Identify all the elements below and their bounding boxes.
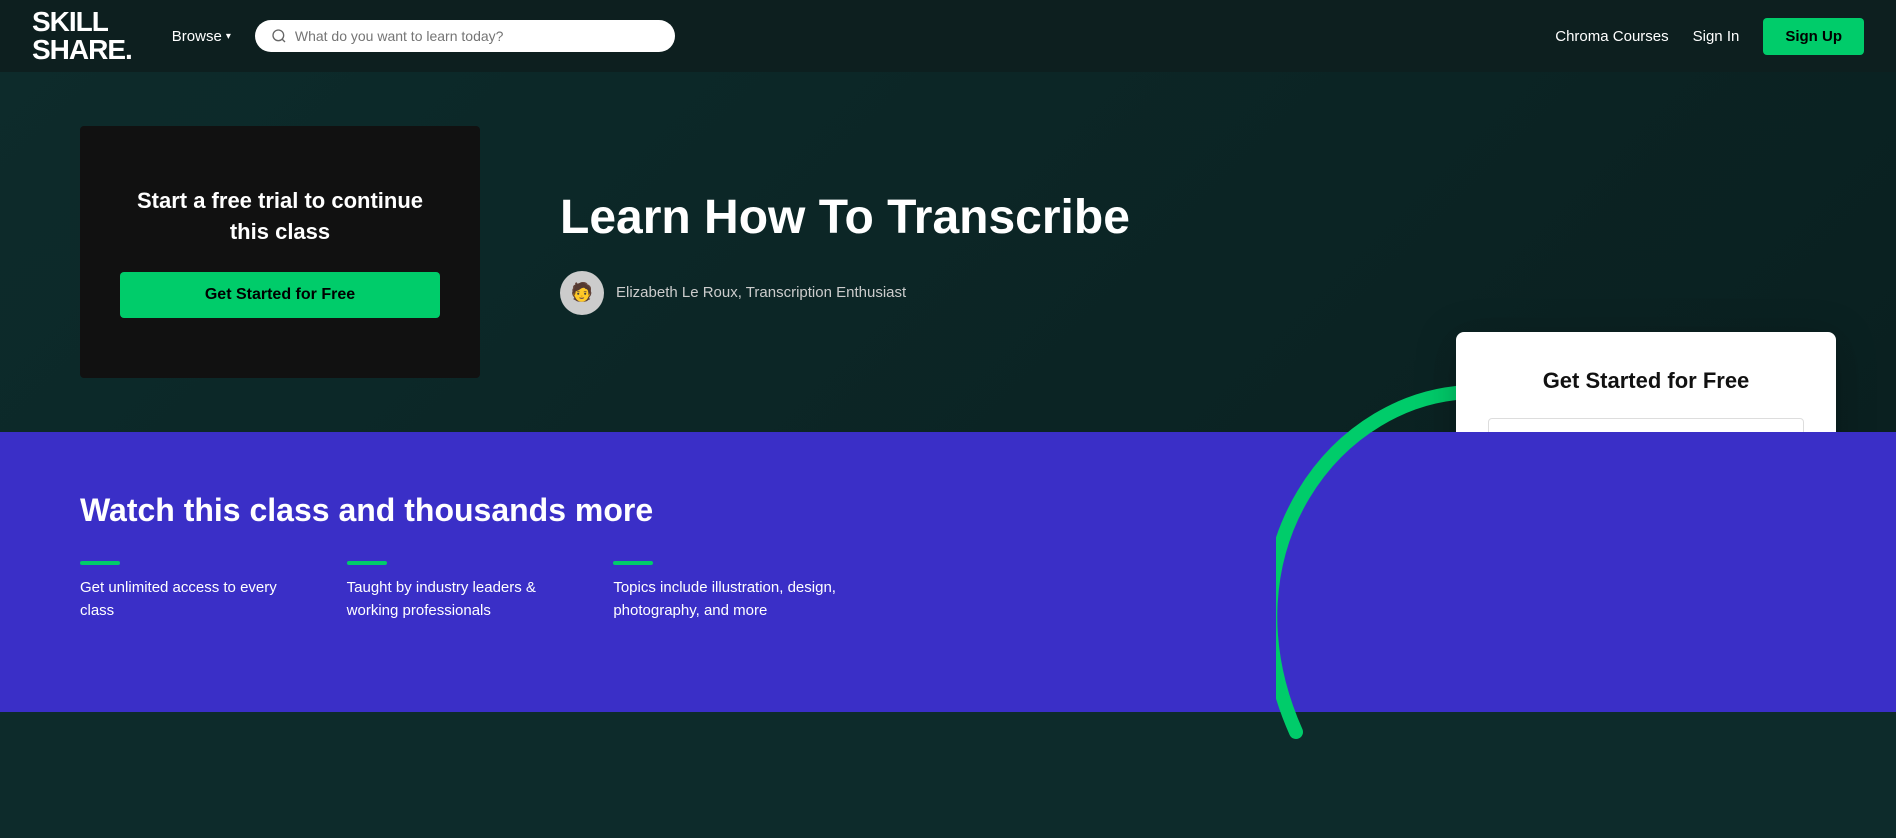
feature-text-3: Topics include illustration, design, pho… xyxy=(613,577,840,622)
search-input[interactable] xyxy=(295,28,659,44)
feature-text-2: Taught by industry leaders & working pro… xyxy=(347,577,574,622)
header: SKILL SHARE. Browse ▾ Chroma Courses Sig… xyxy=(0,0,1896,72)
facebook-icon xyxy=(1505,431,1529,432)
get-started-button[interactable]: Get Started for Free xyxy=(120,272,440,318)
signup-card-title: Get Started for Free xyxy=(1488,368,1804,394)
browse-nav[interactable]: Browse ▾ xyxy=(172,28,231,45)
signup-button[interactable]: Sign Up xyxy=(1763,18,1864,55)
search-bar xyxy=(255,20,675,52)
hero-section: Start a free trial to continue this clas… xyxy=(0,72,1896,432)
feature-item-3: Topics include illustration, design, pho… xyxy=(613,561,840,622)
lower-section: Watch this class and thousands more Get … xyxy=(0,432,1896,712)
header-right: Chroma Courses Sign In Sign Up xyxy=(1555,18,1864,55)
feature-bar-2 xyxy=(347,561,387,565)
signin-link[interactable]: Sign In xyxy=(1693,28,1740,45)
course-title: Learn How To Transcribe xyxy=(560,189,1816,247)
instructor-name: Elizabeth Le Roux, Transcription Enthusi… xyxy=(616,284,906,301)
trial-card: Start a free trial to continue this clas… xyxy=(80,126,480,378)
signup-card: Get Started for Free Continue with Faceb… xyxy=(1456,332,1836,432)
chroma-courses-link[interactable]: Chroma Courses xyxy=(1555,28,1668,45)
feature-bar-1 xyxy=(80,561,120,565)
feature-bar-3 xyxy=(613,561,653,565)
lower-title: Watch this class and thousands more xyxy=(80,492,1816,529)
features-grid: Get unlimited access to every class Taug… xyxy=(80,561,840,622)
feature-item-2: Taught by industry leaders & working pro… xyxy=(347,561,574,622)
chevron-down-icon: ▾ xyxy=(226,31,231,42)
hero-content: Learn How To Transcribe 🧑 Elizabeth Le R… xyxy=(480,189,1816,315)
feature-item-1: Get unlimited access to every class xyxy=(80,561,307,622)
instructor-row: 🧑 Elizabeth Le Roux, Transcription Enthu… xyxy=(560,271,1816,315)
feature-text-1: Get unlimited access to every class xyxy=(80,577,307,622)
trial-card-title: Start a free trial to continue this clas… xyxy=(120,186,440,248)
facebook-signup-button[interactable]: Continue with Facebook xyxy=(1488,418,1804,432)
avatar: 🧑 xyxy=(560,271,604,315)
logo: SKILL SHARE. xyxy=(32,8,132,64)
logo-text: SKILL SHARE. xyxy=(32,8,132,64)
search-icon xyxy=(271,28,287,44)
